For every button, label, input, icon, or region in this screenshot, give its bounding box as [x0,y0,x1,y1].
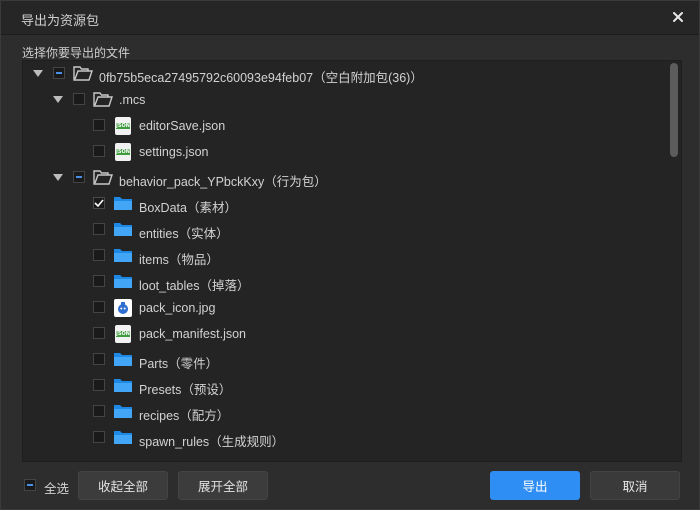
cancel-button[interactable]: 取消 [590,471,680,500]
tree-folder-row[interactable]: BoxData（素材） [23,191,663,217]
folder-open-icon [93,91,113,108]
folder-blue-icon [113,377,133,394]
tree-folder-row[interactable]: recipes（配方） [23,399,663,425]
json-file-icon: JSON [115,325,131,343]
expand-arrow-icon[interactable] [53,96,63,103]
close-icon[interactable] [667,6,689,28]
scrollbar-thumb[interactable] [670,63,678,157]
json-file-icon: JSON [115,117,131,135]
tree-item-checkbox[interactable] [93,327,105,339]
tree-folder-row[interactable]: spawn_rules（生成规则） [23,425,663,451]
tree-folder-row[interactable]: entities（实体） [23,217,663,243]
tree-item-label: Parts（零件） [139,357,219,371]
tree-folder-row[interactable]: behavior_pack_YPbckKxy（行为包） [23,165,663,191]
tree-item-label: BoxData（素材） [139,201,237,215]
tree-item-checkbox[interactable] [93,249,105,261]
expand-all-button[interactable]: 展开全部 [178,471,268,500]
tree-file-row[interactable]: JSON pack_manifest.json [23,321,663,347]
tree-folder-row[interactable]: 0fb75b5eca27495792c60093e94feb07（空白附加包(3… [23,61,663,87]
tree-item-label: .mcs [119,93,146,107]
tree-item-label: items（物品） [139,253,219,267]
expand-arrow-icon[interactable] [53,174,63,181]
folder-blue-icon [113,195,133,212]
folder-blue-icon [113,429,133,446]
folder-blue-icon [113,273,133,290]
tree-item-checkbox[interactable] [93,353,105,365]
export-resource-pack-dialog: 导出为资源包 选择你要导出的文件 0fb75b5eca27495792c6009… [0,0,700,510]
tree-item-checkbox[interactable] [73,93,85,105]
tree-item-label: entities（实体） [139,227,229,241]
tree-item-checkbox[interactable] [93,275,105,287]
tree-folder-row[interactable]: Parts（零件） [23,347,663,373]
tree-item-label: settings.json [139,145,209,159]
tree-file-row[interactable]: pack_icon.jpg [23,295,663,321]
tree-folder-row[interactable]: loot_tables（掉落） [23,269,663,295]
tree-file-row[interactable]: JSON editorSave.json [23,113,663,139]
tree-item-label: spawn_rules（生成规则） [139,435,285,449]
tree-scrollbar[interactable] [669,61,679,461]
pack-image-icon [114,299,132,317]
tree-item-label: loot_tables（掉落） [139,279,250,293]
tree-item-label: 0fb75b5eca27495792c60093e94feb07（空白附加包(3… [99,71,423,85]
tree-item-checkbox[interactable] [73,171,85,183]
file-tree-panel: 0fb75b5eca27495792c60093e94feb07（空白附加包(3… [22,60,682,462]
tree-item-checkbox[interactable] [93,145,105,157]
folder-blue-icon [113,403,133,420]
dialog-title: 导出为资源包 [21,13,100,28]
select-all-checkbox[interactable] [24,479,36,491]
tree-item-label: editorSave.json [139,119,226,133]
collapse-all-button[interactable]: 收起全部 [78,471,168,500]
section-label: 选择你要导出的文件 [22,46,131,60]
folder-blue-icon [113,247,133,264]
tree-item-label: behavior_pack_YPbckKxy（行为包） [119,175,327,189]
folder-blue-icon [113,351,133,368]
tree-item-checkbox[interactable] [93,431,105,443]
tree-item-label: pack_manifest.json [139,327,247,341]
tree-item-label: recipes（配方） [139,409,230,423]
tree-item-checkbox[interactable] [93,197,105,209]
tree-item-checkbox[interactable] [93,119,105,131]
tree-item-checkbox[interactable] [93,379,105,391]
tree-item-label: Presets（预设） [139,383,232,397]
title-bar: 导出为资源包 [1,1,699,35]
folder-open-icon [93,169,113,186]
tree-folder-row[interactable]: items（物品） [23,243,663,269]
tree-item-label: pack_icon.jpg [139,301,216,315]
tree-folder-row[interactable]: .mcs [23,87,663,113]
folder-open-icon [73,65,93,82]
tree-folder-row[interactable]: Presets（预设） [23,373,663,399]
tree-item-checkbox[interactable] [93,405,105,417]
folder-blue-icon [113,221,133,238]
json-file-icon: JSON [115,143,131,161]
export-button[interactable]: 导出 [490,471,580,500]
expand-arrow-icon[interactable] [33,70,43,77]
tree-item-checkbox[interactable] [93,223,105,235]
tree-file-row[interactable]: JSON settings.json [23,139,663,165]
tree-item-checkbox[interactable] [93,301,105,313]
tree-item-checkbox[interactable] [53,67,65,79]
select-all-label: 全选 [44,482,70,496]
